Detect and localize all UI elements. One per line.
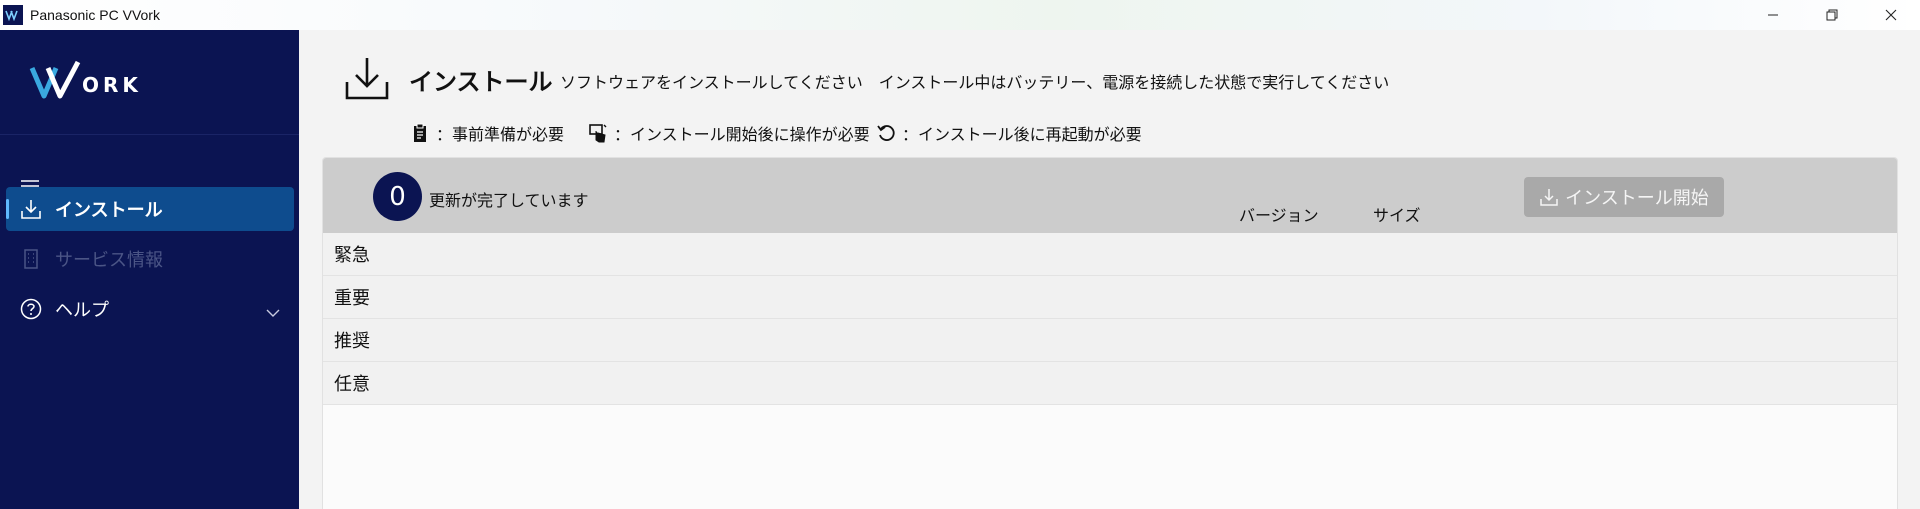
update-panel-header: 0 更新が完了しています バージョン サイズ インストール開始 [323,158,1897,233]
column-header-size: サイズ [1373,206,1421,225]
sidebar-item-label: サービス情報 [55,250,163,271]
page-title: インストール [409,68,553,96]
download-icon [1539,187,1559,207]
vvork-logo: ORK [28,56,178,106]
sidebar-item-service-info[interactable]: サービス情報 [6,237,294,281]
help-circle-icon [20,298,42,320]
legend-text: ：インストール後に再起動が必要 [902,125,1142,144]
category-row-optional[interactable]: 任意 [323,362,1897,405]
sidebar-item-install[interactable]: インストール [6,187,294,231]
install-header-icon [343,54,391,102]
legend-restart: ：インストール後に再起動が必要 [876,120,1142,146]
update-status-text: 更新が完了しています [429,191,589,210]
download-icon [20,198,42,220]
category-row-important[interactable]: 重要 [323,276,1897,319]
minimize-icon[interactable] [1743,0,1802,30]
app-icon [3,5,23,25]
start-install-button[interactable]: インストール開始 [1524,177,1724,217]
restart-icon [876,123,896,143]
legend-preparation: ：事前準備が必要 [410,120,564,146]
restore-icon[interactable] [1802,0,1861,30]
column-header-version: バージョン [1239,206,1319,225]
touch-hand-icon [588,123,608,143]
sidebar-item-label: ヘルプ [55,300,109,321]
category-label: 推奨 [334,331,370,352]
window-controls [1743,0,1920,30]
clipboard-icon [410,123,430,143]
category-label: 緊急 [334,245,370,266]
building-icon [20,248,42,270]
legend-text: ：インストール開始後に操作が必要 [614,125,870,144]
sidebar: ORK インストール サービス情報 ヘルプ [0,30,299,509]
legend-text: ：事前準備が必要 [436,125,565,144]
title-bar: Panasonic PC VVork [0,0,1920,30]
legend-operation: ：インストール開始後に操作が必要 [588,120,870,146]
category-row-recommended[interactable]: 推奨 [323,319,1897,362]
start-install-label: インストール開始 [1565,188,1709,209]
sidebar-item-label: インストール [55,200,163,221]
svg-text:ORK: ORK [82,73,142,97]
category-label: 任意 [334,374,370,395]
close-icon[interactable] [1861,0,1920,30]
page-description: ソフトウェアをインストールしてください インストール中はバッテリー、電源を接続し… [560,73,1390,92]
logo-divider [0,134,299,135]
chevron-down-icon[interactable] [266,303,280,317]
update-panel: 0 更新が完了しています バージョン サイズ インストール開始 緊急 重要 推奨… [322,157,1898,509]
window-title: Panasonic PC VVork [30,7,160,23]
active-indicator [6,199,9,219]
sidebar-item-help[interactable]: ヘルプ [6,287,294,331]
category-row-urgent[interactable]: 緊急 [323,233,1897,276]
category-label: 重要 [334,288,370,309]
update-count-badge: 0 [373,172,422,221]
